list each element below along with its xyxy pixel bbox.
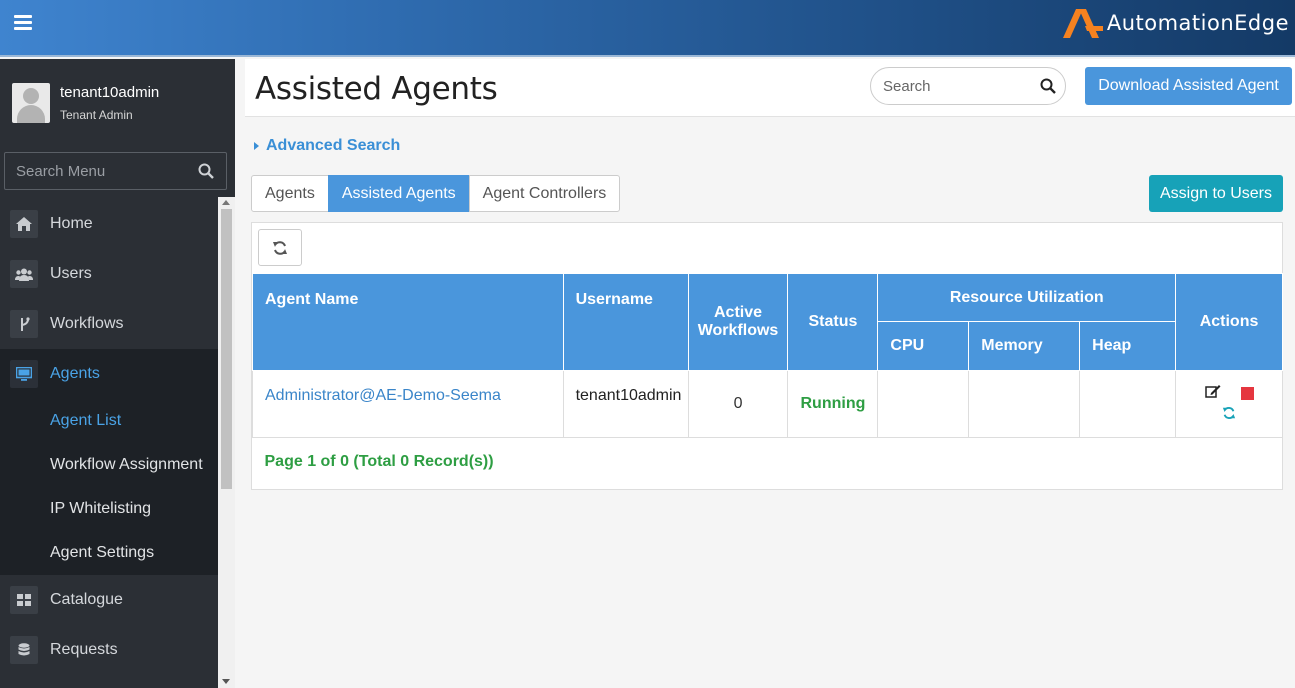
workflows-icon [10, 310, 38, 338]
status-badge: Running [787, 370, 879, 438]
agent-tabs: Agents Assisted Agents Agent Controllers [251, 175, 621, 212]
grid-icon [10, 586, 38, 614]
scroll-up-arrow-icon[interactable] [222, 200, 230, 205]
advanced-search-label: Advanced Search [266, 137, 401, 154]
refresh-icon [273, 240, 287, 255]
pager-text: Page 1 of 0 (Total 0 Record(s)) [252, 437, 1283, 487]
advanced-search-toggle[interactable]: Advanced Search [254, 137, 400, 155]
caret-right-icon [254, 142, 259, 150]
sidebar-item-label: Users [50, 265, 92, 282]
sidebar-item-label: Workflows [50, 315, 124, 332]
edit-icon[interactable] [1204, 384, 1221, 403]
sidebar-item-requests[interactable]: Requests [0, 625, 218, 675]
menu-search [4, 152, 227, 190]
database-icon [10, 636, 38, 664]
sidebar-subitem-ip-whitelisting[interactable]: IP Whitelisting [0, 487, 218, 531]
col-resource-utilization: Resource Utilization [877, 273, 1177, 322]
user-role: Tenant Admin [60, 108, 133, 122]
sidebar-item-label: Requests [50, 641, 118, 658]
home-icon [10, 210, 38, 238]
sidebar-item-label: Agents [50, 365, 100, 382]
tab-agent-controllers[interactable]: Agent Controllers [468, 175, 621, 212]
col-actions: Actions [1175, 273, 1283, 371]
sidebar: tenant10admin Tenant Admin Home Users Wo… [0, 59, 235, 688]
scroll-thumb[interactable] [221, 209, 232, 489]
pager-row: Page 1 of 0 (Total 0 Record(s)) [252, 437, 1283, 487]
sidebar-subitem-agent-settings[interactable]: Agent Settings [0, 531, 218, 575]
heap-cell [1079, 370, 1177, 438]
restart-icon[interactable] [1222, 406, 1236, 424]
active-workflows-count: 0 [687, 370, 789, 438]
user-profile: tenant10admin Tenant Admin [0, 59, 235, 147]
actions-cell [1175, 370, 1283, 438]
logo-text: AutomationEdge [1106, 11, 1289, 35]
agents-panel: Agent Name Username Active Workflows Sta… [251, 222, 1283, 490]
agent-username: tenant10admin [562, 370, 689, 438]
sidebar-item-label: Catalogue [50, 591, 123, 608]
sidebar-item-workflows[interactable]: Workflows [0, 299, 218, 349]
download-assisted-agent-button[interactable]: Download Assisted Agent [1085, 67, 1292, 105]
scroll-down-arrow-icon[interactable] [222, 679, 230, 684]
search-input[interactable] [871, 68, 1031, 104]
col-heap[interactable]: Heap [1079, 321, 1177, 371]
main-content: Assisted Agents Download Assisted Agent … [235, 59, 1295, 688]
menu-search-input[interactable] [5, 153, 185, 189]
monitor-icon [10, 360, 38, 388]
col-agent-name[interactable]: Agent Name [252, 273, 564, 371]
hamburger-menu-icon[interactable] [14, 15, 32, 30]
user-name: tenant10admin [60, 84, 160, 101]
header-search [870, 67, 1066, 105]
cpu-cell [877, 370, 970, 438]
col-cpu[interactable]: CPU [877, 321, 970, 371]
sidebar-subitem-workflow-assignment[interactable]: Workflow Assignment [0, 443, 218, 487]
stop-icon[interactable] [1240, 386, 1254, 400]
col-active-workflows[interactable]: Active Workflows [687, 273, 789, 371]
table-row: Administrator@AE-Demo-Seema tenant10admi… [252, 370, 1283, 438]
col-username[interactable]: Username [562, 273, 689, 371]
col-status[interactable]: Status [787, 273, 879, 371]
sidebar-subitem-agent-list[interactable]: Agent List [0, 399, 218, 443]
users-icon [10, 260, 38, 288]
page-header: Assisted Agents Download Assisted Agent [245, 59, 1295, 117]
memory-cell [968, 370, 1081, 438]
page-title: Assisted Agents [255, 71, 498, 107]
avatar [12, 83, 50, 123]
assign-to-users-button[interactable]: Assign to Users [1149, 175, 1283, 212]
tab-agents[interactable]: Agents [251, 175, 329, 212]
refresh-button[interactable] [258, 229, 302, 266]
sidebar-item-catalogue[interactable]: Catalogue [0, 575, 218, 625]
automationedge-logo-icon [1062, 9, 1103, 38]
sidebar-item-label: Home [50, 215, 93, 232]
top-bar: AutomationEdge [0, 0, 1295, 57]
sidebar-item-home[interactable]: Home [0, 199, 218, 249]
search-icon[interactable] [198, 163, 214, 184]
col-memory[interactable]: Memory [968, 321, 1081, 371]
agent-name-link[interactable]: Administrator@AE-Demo-Seema [252, 370, 564, 438]
agents-table: Agent Name Username Active Workflows Sta… [252, 273, 1283, 487]
sidebar-nav: Home Users Workflows Agents Agent List W… [0, 199, 218, 675]
sidebar-scrollbar[interactable] [218, 197, 235, 688]
search-icon[interactable] [1040, 78, 1056, 99]
sidebar-item-users[interactable]: Users [0, 249, 218, 299]
app-logo: AutomationEdge [1061, 6, 1289, 40]
tab-assisted-agents[interactable]: Assisted Agents [327, 175, 470, 212]
sidebar-item-agents[interactable]: Agents [0, 349, 218, 399]
